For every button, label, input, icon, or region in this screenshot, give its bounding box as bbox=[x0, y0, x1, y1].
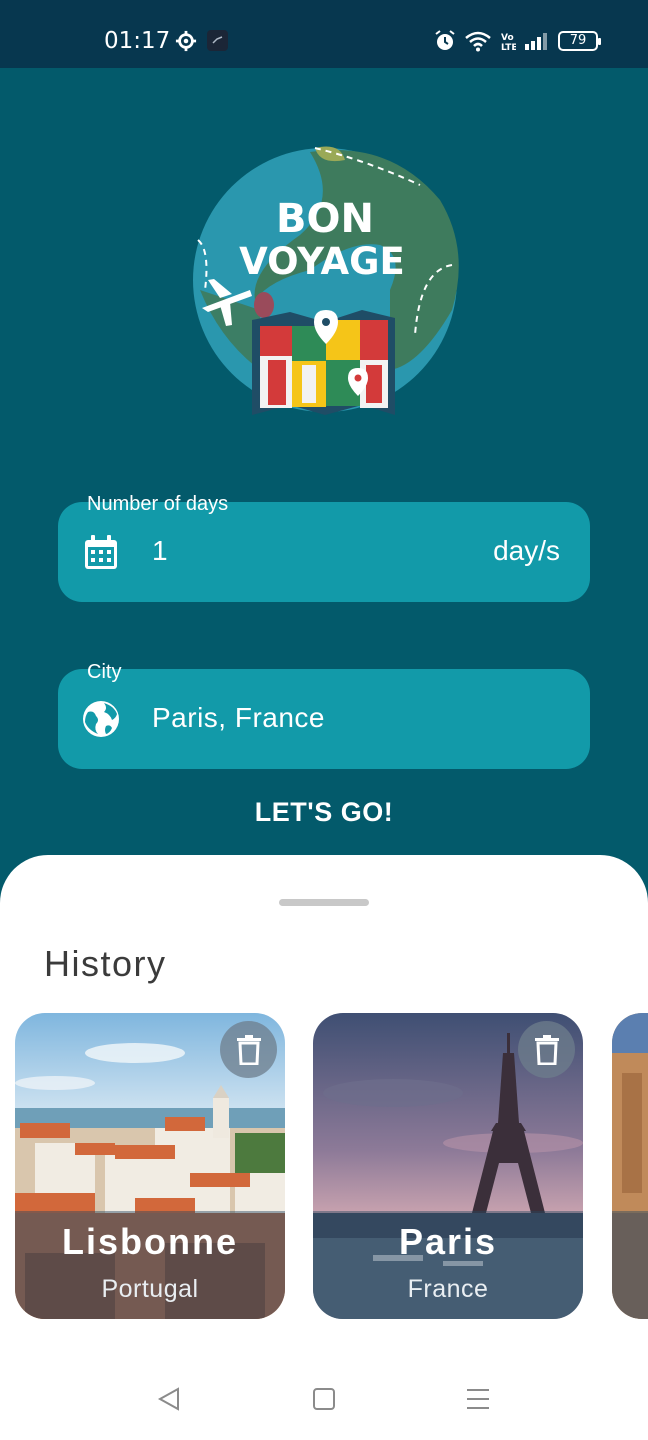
svg-text:LTE: LTE bbox=[501, 43, 516, 52]
volte-icon: Vo LTE bbox=[501, 33, 516, 52]
days-label: Number of days bbox=[87, 493, 229, 515]
history-card-partial[interactable] bbox=[612, 1013, 648, 1319]
days-suffix: day/s bbox=[493, 535, 560, 566]
calendar-icon bbox=[85, 535, 117, 569]
logo-line1: BON bbox=[276, 196, 374, 242]
svg-text:Vo: Vo bbox=[501, 33, 514, 43]
message-icon bbox=[207, 30, 228, 51]
sheet-drag-handle[interactable] bbox=[279, 899, 369, 906]
back-icon[interactable] bbox=[154, 1384, 184, 1414]
card-country-name: Portugal bbox=[101, 1275, 199, 1303]
status-icons: Vo LTE 79 bbox=[434, 29, 601, 53]
trash-icon bbox=[236, 1034, 261, 1065]
status-time: 01:17 bbox=[104, 28, 171, 54]
wifi-icon bbox=[465, 31, 491, 52]
recents-icon[interactable] bbox=[463, 1384, 493, 1414]
logo-line2: VOYAGE bbox=[239, 240, 405, 283]
delete-button[interactable] bbox=[220, 1021, 277, 1078]
alarm-icon bbox=[435, 30, 455, 50]
navigation-bar bbox=[0, 1372, 648, 1428]
days-value[interactable]: 1 bbox=[152, 535, 168, 567]
lets-go-button[interactable]: LET'S GO! bbox=[0, 797, 648, 828]
city-value[interactable]: Paris, France bbox=[152, 702, 325, 734]
map-icon bbox=[252, 310, 395, 415]
status-bar: 01:17 Vo LTE 79 bbox=[0, 0, 648, 68]
bon-voyage-logo: BON VOYAGE bbox=[193, 146, 459, 415]
signal-icon bbox=[525, 33, 547, 50]
days-field[interactable]: 1 day/s bbox=[58, 502, 590, 602]
home-icon[interactable] bbox=[309, 1384, 339, 1414]
city-field[interactable]: Paris, France bbox=[58, 669, 590, 769]
globe-icon bbox=[83, 701, 119, 737]
delete-button[interactable] bbox=[518, 1021, 575, 1078]
history-sheet: History Lisbonne Portugal Paris France bbox=[0, 855, 648, 1440]
trash-icon bbox=[534, 1034, 559, 1065]
card-city-name: Paris bbox=[398, 1221, 498, 1262]
card-country-name: France bbox=[407, 1275, 489, 1303]
city-label: City bbox=[87, 661, 122, 683]
history-card-paris[interactable]: Paris France bbox=[313, 1013, 583, 1319]
battery-icon: 79 bbox=[558, 31, 601, 51]
gear-icon bbox=[175, 30, 197, 52]
card-city-name: Lisbonne bbox=[62, 1221, 238, 1262]
history-title: History bbox=[44, 943, 167, 984]
card-label-band bbox=[612, 1211, 648, 1319]
history-card-lisbonne[interactable]: Lisbonne Portugal bbox=[15, 1013, 285, 1319]
